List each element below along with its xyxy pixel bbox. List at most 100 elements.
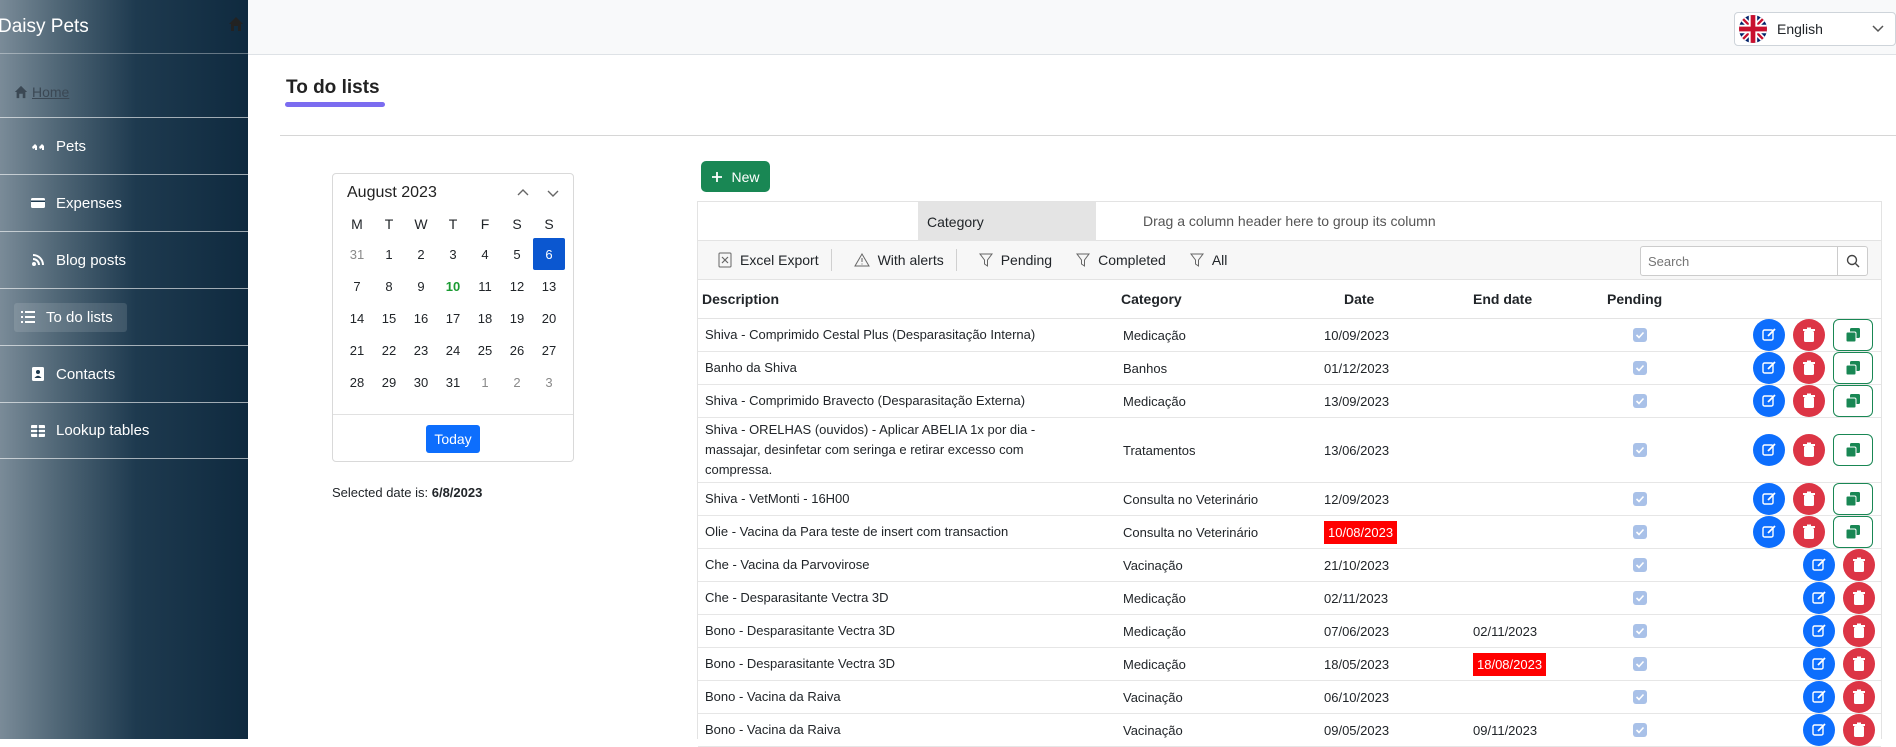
delete-button[interactable]: [1793, 385, 1825, 417]
duplicate-button[interactable]: [1833, 385, 1873, 417]
edit-button[interactable]: [1803, 549, 1835, 581]
edit-button[interactable]: [1803, 681, 1835, 713]
delete-button[interactable]: [1843, 714, 1875, 746]
column-header-description[interactable]: Description: [702, 291, 779, 307]
edit-button[interactable]: [1803, 648, 1835, 680]
calendar-day[interactable]: 1: [469, 366, 501, 398]
pending-checkbox[interactable]: [1633, 558, 1647, 572]
pending-checkbox[interactable]: [1633, 525, 1647, 539]
calendar-day[interactable]: 30: [405, 366, 437, 398]
duplicate-button[interactable]: [1833, 516, 1873, 548]
pending-checkbox[interactable]: [1633, 690, 1647, 704]
pending-checkbox[interactable]: [1633, 723, 1647, 737]
delete-button[interactable]: [1843, 681, 1875, 713]
pending-filter-button[interactable]: Pending: [957, 241, 1064, 280]
language-select[interactable]: English: [1734, 12, 1896, 46]
search-input[interactable]: [1641, 247, 1837, 275]
excel-export-button[interactable]: Excel Export: [698, 241, 831, 280]
calendar-day[interactable]: 27: [533, 334, 565, 366]
calendar-day[interactable]: 11: [469, 270, 501, 302]
edit-button[interactable]: [1753, 385, 1785, 417]
delete-button[interactable]: [1793, 483, 1825, 515]
today-button[interactable]: Today: [426, 424, 480, 453]
calendar-month-label[interactable]: August 2023: [347, 184, 437, 202]
new-button[interactable]: New: [701, 161, 770, 192]
calendar-day[interactable]: 7: [341, 270, 373, 302]
delete-button[interactable]: [1793, 352, 1825, 384]
calendar-day[interactable]: 18: [469, 302, 501, 334]
column-header-pending[interactable]: Pending: [1607, 291, 1662, 307]
all-filter-button[interactable]: All: [1178, 241, 1240, 280]
calendar-day[interactable]: 20: [533, 302, 565, 334]
sidebar-item-to-do-lists[interactable]: To do lists: [0, 288, 248, 345]
column-header-end-date[interactable]: End date: [1473, 291, 1532, 307]
calendar-day[interactable]: 22: [373, 334, 405, 366]
calendar-day[interactable]: 26: [501, 334, 533, 366]
edit-button[interactable]: [1803, 714, 1835, 746]
calendar-day[interactable]: 25: [469, 334, 501, 366]
calendar-day[interactable]: 24: [437, 334, 469, 366]
edit-button[interactable]: [1803, 615, 1835, 647]
chevron-down-icon[interactable]: [545, 185, 561, 201]
delete-button[interactable]: [1843, 615, 1875, 647]
delete-button[interactable]: [1843, 648, 1875, 680]
calendar-day[interactable]: 21: [341, 334, 373, 366]
duplicate-button[interactable]: [1833, 434, 1873, 466]
edit-button[interactable]: [1753, 516, 1785, 548]
calendar-day[interactable]: 9: [405, 270, 437, 302]
calendar-day[interactable]: 16: [405, 302, 437, 334]
sidebar-item-contacts[interactable]: Contacts: [0, 345, 248, 402]
calendar-day[interactable]: 6: [533, 238, 565, 270]
edit-button[interactable]: [1753, 319, 1785, 351]
calendar-day[interactable]: 14: [341, 302, 373, 334]
delete-button[interactable]: [1793, 434, 1825, 466]
calendar-day[interactable]: 2: [405, 238, 437, 270]
sidebar-item-blog-posts[interactable]: Blog posts: [0, 231, 248, 288]
calendar-day[interactable]: 12: [501, 270, 533, 302]
app-title[interactable]: Daisy Pets: [0, 16, 89, 38]
pending-checkbox[interactable]: [1633, 361, 1647, 375]
calendar-day[interactable]: 4: [469, 238, 501, 270]
calendar-day[interactable]: 1: [373, 238, 405, 270]
edit-button[interactable]: [1753, 434, 1785, 466]
calendar-day[interactable]: 23: [405, 334, 437, 366]
home-icon[interactable]: [228, 16, 248, 37]
pending-checkbox[interactable]: [1633, 591, 1647, 605]
calendar-day[interactable]: 31: [437, 366, 469, 398]
edit-button[interactable]: [1803, 582, 1835, 614]
calendar-day[interactable]: 3: [437, 238, 469, 270]
delete-button[interactable]: [1793, 516, 1825, 548]
duplicate-button[interactable]: [1833, 319, 1873, 351]
with-alerts-button[interactable]: With alerts: [832, 241, 956, 280]
calendar-day[interactable]: 13: [533, 270, 565, 302]
pending-checkbox[interactable]: [1633, 394, 1647, 408]
completed-filter-button[interactable]: Completed: [1064, 241, 1178, 280]
pending-checkbox[interactable]: [1633, 443, 1647, 457]
pending-checkbox[interactable]: [1633, 657, 1647, 671]
calendar-day[interactable]: 10: [437, 270, 469, 302]
column-header-date[interactable]: Date: [1344, 291, 1374, 307]
sidebar-home-link[interactable]: Home: [14, 84, 69, 100]
calendar-day[interactable]: 28: [341, 366, 373, 398]
sidebar-item-pets[interactable]: Pets: [0, 117, 248, 174]
search-icon[interactable]: [1837, 247, 1867, 275]
calendar-day[interactable]: 5: [501, 238, 533, 270]
group-chip-category[interactable]: Category: [918, 202, 1096, 241]
calendar-day[interactable]: 19: [501, 302, 533, 334]
calendar-day[interactable]: 3: [533, 366, 565, 398]
edit-button[interactable]: [1753, 483, 1785, 515]
column-header-category[interactable]: Category: [1121, 291, 1182, 307]
pending-checkbox[interactable]: [1633, 492, 1647, 506]
calendar-day[interactable]: 15: [373, 302, 405, 334]
calendar-day[interactable]: 2: [501, 366, 533, 398]
edit-button[interactable]: [1753, 352, 1785, 384]
sidebar-item-expenses[interactable]: Expenses: [0, 174, 248, 231]
calendar-day[interactable]: 17: [437, 302, 469, 334]
duplicate-button[interactable]: [1833, 483, 1873, 515]
delete-button[interactable]: [1843, 549, 1875, 581]
delete-button[interactable]: [1843, 582, 1875, 614]
sidebar-item-lookup-tables[interactable]: Lookup tables: [0, 402, 248, 459]
calendar-day[interactable]: 8: [373, 270, 405, 302]
calendar-day[interactable]: 31: [341, 238, 373, 270]
duplicate-button[interactable]: [1833, 352, 1873, 384]
